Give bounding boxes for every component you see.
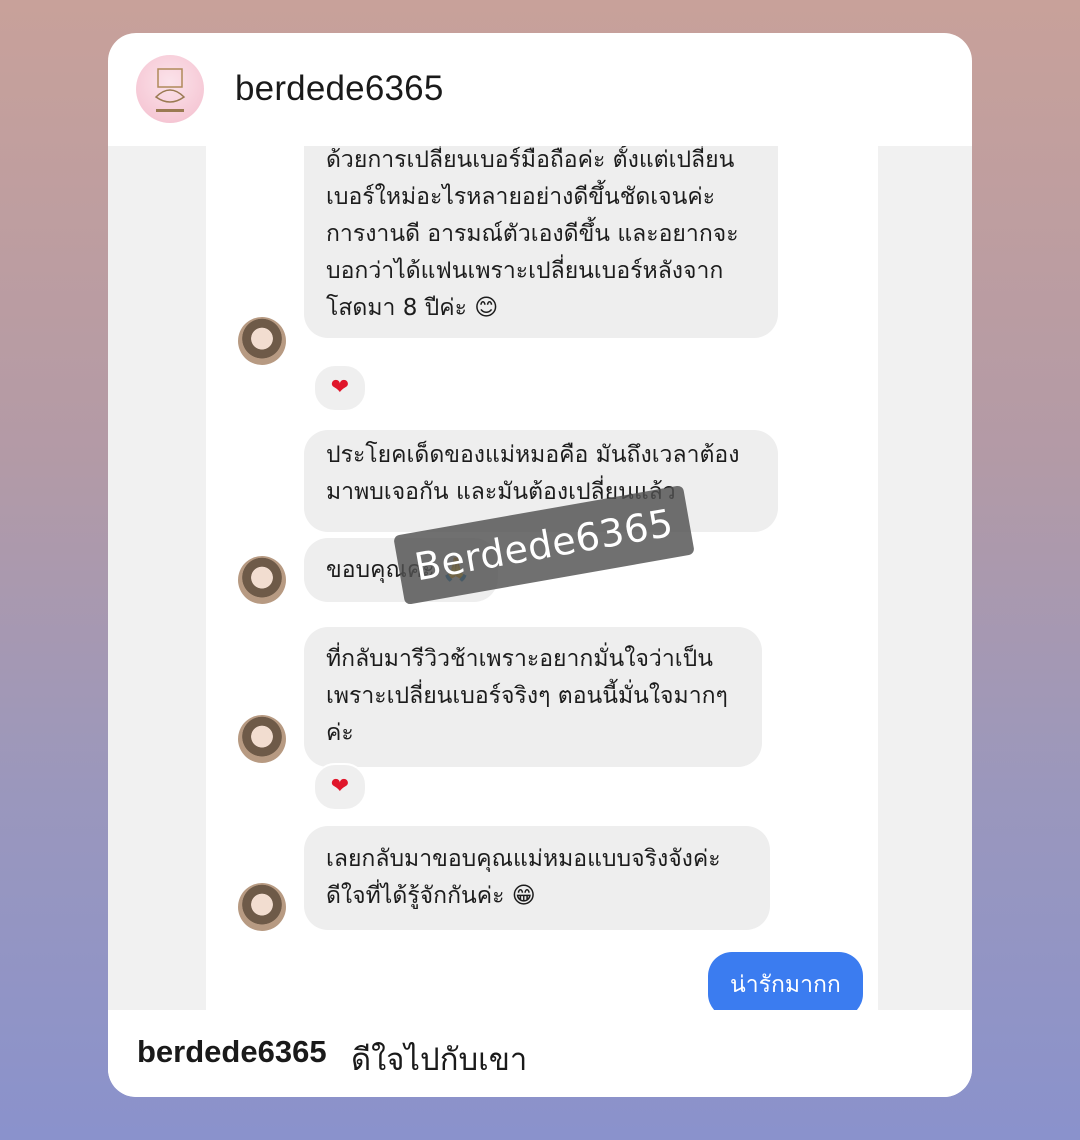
message-line: ด้วยการเปลี่ยนเบอร์มือถือค่ะ ตั้งแต่เปลี…	[326, 147, 735, 173]
screenshot-left-margin	[108, 146, 206, 1010]
sender-avatar[interactable]	[238, 556, 286, 604]
message-line: เพราะเปลี่ยนเบอร์จริงๆ ตอนนี้มั่นใจมากๆ	[326, 683, 728, 709]
heart-reaction-icon[interactable]: ❤	[313, 763, 367, 811]
message-line: เบอร์ใหม่อะไรหลายอย่างดีขึ้นชัดเจนค่ะ	[326, 184, 716, 210]
message-line: โสดมา 8 ปีค่ะ 😊	[326, 295, 499, 321]
sender-avatar[interactable]	[238, 715, 286, 763]
post-caption: berdede6365 ดีใจไปกับเขา	[108, 1010, 972, 1097]
message-line: ค่ะ	[326, 720, 354, 746]
message-line: ประโยคเด็ดของแม่หมอคือ มันถึงเวลาต้อง	[326, 442, 740, 468]
received-message: เลยกลับมาขอบคุณแม่หมอแบบจริงจังค่ะ ดีใจท…	[304, 826, 770, 930]
message-line: มาพบเจอกัน และมันต้องเปลี่ยนแล้ว	[326, 479, 676, 505]
sender-avatar[interactable]	[238, 883, 286, 931]
screenshot-right-margin	[878, 146, 972, 1010]
heart-reaction-icon[interactable]: ❤	[313, 364, 367, 412]
message-line: ที่กลับมารีวิวช้าเพราะอยากมั่นใจว่าเป็น	[326, 646, 713, 672]
message-line: บอกว่าได้แฟนเพราะเปลี่ยนเบอร์หลังจาก	[326, 258, 724, 284]
received-message: ที่กลับมารีวิวช้าเพราะอยากมั่นใจว่าเป็น …	[304, 627, 762, 767]
logo-icon	[154, 68, 186, 112]
received-message: ด้วยการเปลี่ยนเบอร์มือถือค่ะ ตั้งแต่เปลี…	[304, 146, 778, 338]
post-username[interactable]: berdede6365	[235, 69, 444, 109]
message-line: เลยกลับมาขอบคุณแม่หมอแบบจริงจังค่ะ	[326, 846, 721, 872]
sent-message: น่ารักมากก	[708, 952, 863, 1010]
profile-avatar[interactable]	[136, 55, 204, 123]
post-header: berdede6365	[108, 33, 972, 145]
message-line: ดีใจที่ได้รู้จักกันค่ะ 😁	[326, 883, 536, 909]
sender-avatar[interactable]	[238, 317, 286, 365]
caption-username[interactable]: berdede6365	[137, 1034, 327, 1070]
caption-text: ดีใจไปกับเขา	[351, 1042, 528, 1078]
message-line: การงานดี อารมณ์ตัวเองดีขึ้น และอยากจะ	[326, 221, 739, 247]
